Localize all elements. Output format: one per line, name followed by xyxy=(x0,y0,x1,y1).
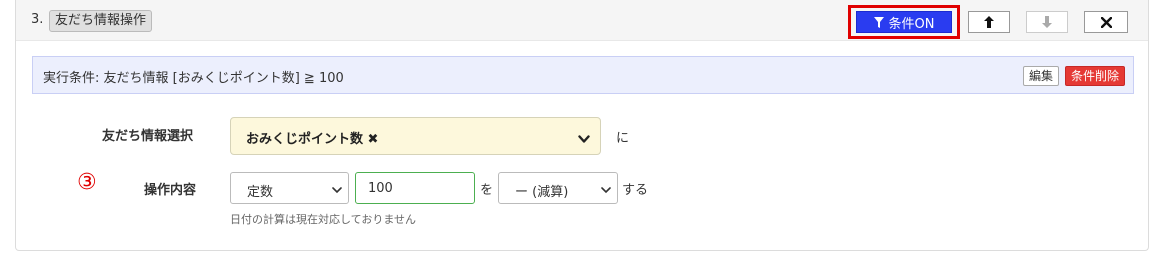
annotation-number: ③ xyxy=(77,170,97,195)
condition-on-button[interactable]: 条件ON xyxy=(856,11,952,33)
friend-select-label: 友だち情報選択 xyxy=(102,129,194,144)
operator-selected: ー (減算) xyxy=(515,185,569,200)
friend-select-value: おみくじポイント数 ✖ xyxy=(246,132,379,147)
operation-value-input[interactable]: 100 xyxy=(355,172,475,204)
operator-select[interactable]: ー (減算) xyxy=(498,172,618,204)
move-up-button[interactable] xyxy=(968,11,1010,33)
condition-on-label: 条件ON xyxy=(888,16,935,32)
panel-header: 3. 友だち情報操作 条件ON xyxy=(16,0,1148,41)
close-icon xyxy=(1100,13,1112,32)
chevron-down-icon xyxy=(578,129,590,148)
arrow-up-icon xyxy=(984,13,994,32)
action-panel: 3. 友だち情報操作 条件ON 実行条件: 友だち情報 [おみくじポイント数] xyxy=(15,0,1149,251)
arrow-down-icon xyxy=(1042,13,1052,32)
delete-step-button[interactable] xyxy=(1084,11,1128,33)
operator-suffix: する xyxy=(622,183,649,198)
delete-condition-button[interactable]: 条件削除 xyxy=(1065,66,1126,86)
filter-icon xyxy=(873,16,884,28)
date-calc-note: 日付の計算は現在対応しておりません xyxy=(230,213,417,226)
value-suffix: を xyxy=(480,183,494,198)
value-type-select[interactable]: 定数 xyxy=(230,172,349,204)
value-type-selected: 定数 xyxy=(247,185,274,200)
step-number: 3. xyxy=(31,12,44,27)
friend-info-select[interactable]: おみくじポイント数 ✖ xyxy=(230,117,601,155)
chevron-down-icon xyxy=(601,183,611,198)
condition-bar: 実行条件: 友だち情報 [おみくじポイント数] ≧ 100 編集 条件削除 xyxy=(32,56,1134,94)
operation-value-text: 100 xyxy=(368,181,393,196)
step-label: 友だち情報操作 xyxy=(49,10,153,32)
move-down-button[interactable] xyxy=(1026,11,1068,33)
friend-select-suffix: に xyxy=(616,131,630,146)
operation-label: 操作内容 xyxy=(144,183,197,198)
edit-condition-button[interactable]: 編集 xyxy=(1023,66,1060,86)
condition-text: 実行条件: 友だち情報 [おみくじポイント数] ≧ 100 xyxy=(43,71,344,86)
chevron-down-icon xyxy=(332,183,342,198)
